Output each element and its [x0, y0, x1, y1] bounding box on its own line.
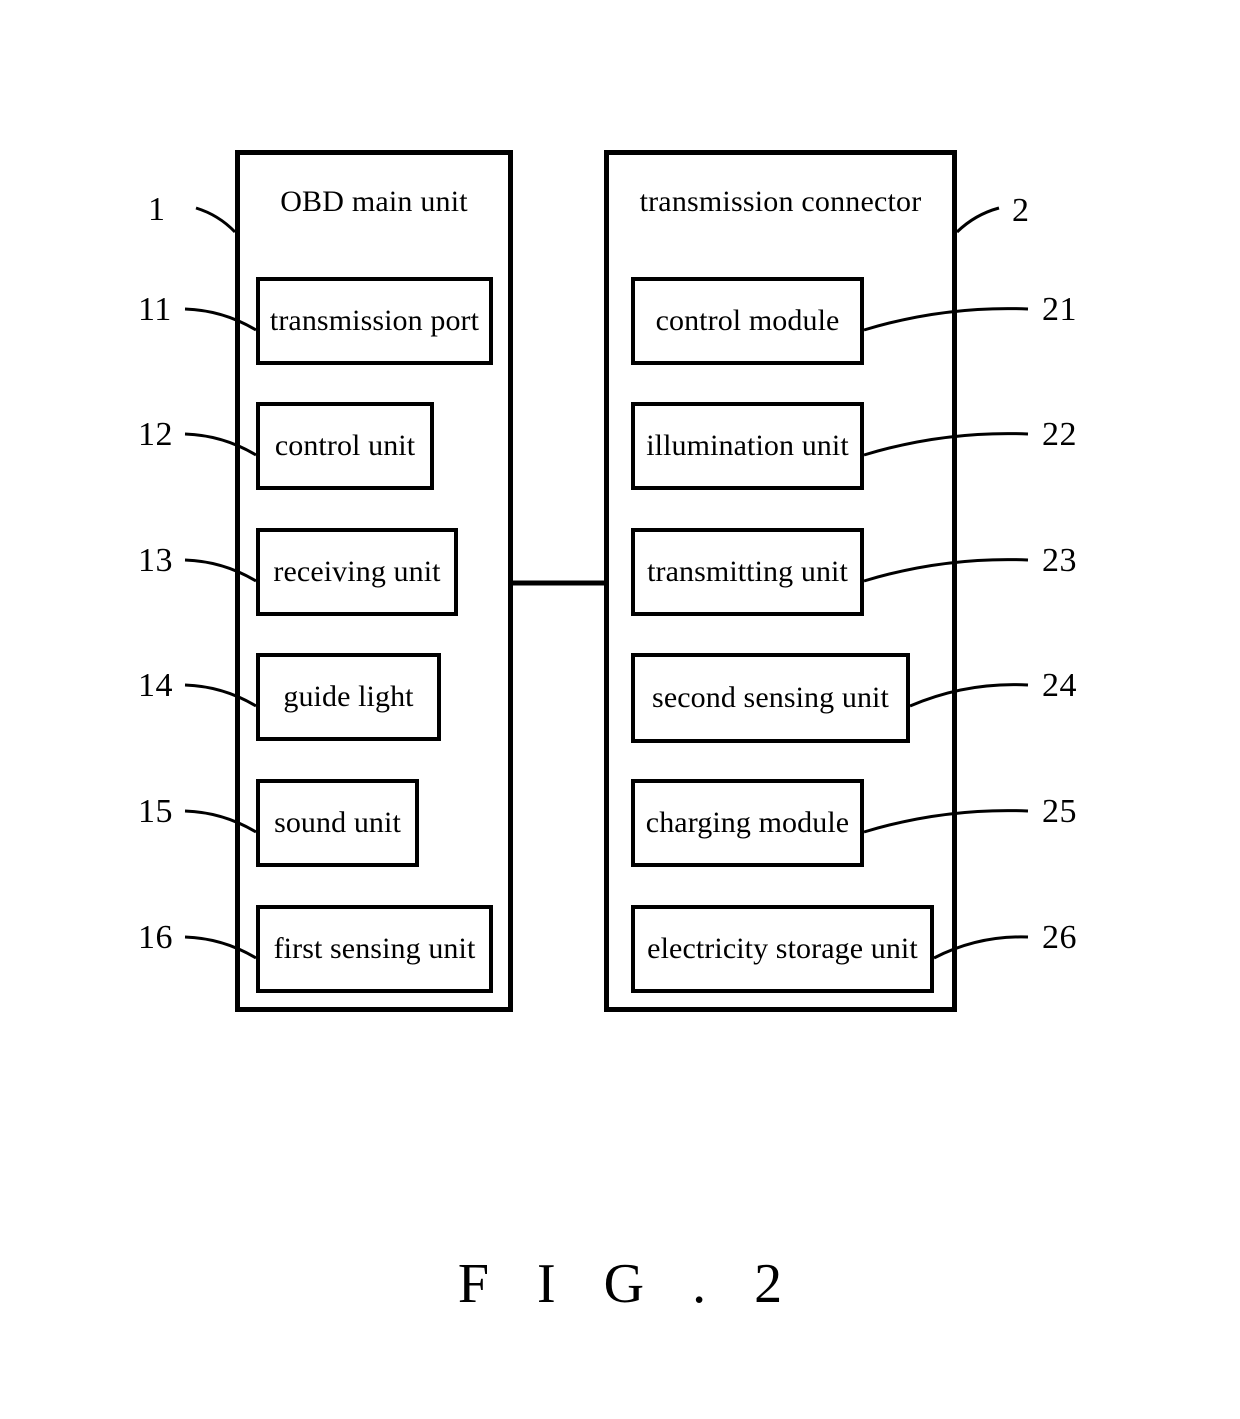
reference-number-16: 16: [138, 919, 173, 956]
leader-line-ref-15: [184, 809, 257, 834]
leader-line-ref-2: [955, 206, 1000, 234]
reference-number-25: 25: [1042, 793, 1077, 830]
patent-figure: OBD main unit 1 transmission port 11 control…: [0, 0, 1240, 1419]
block-label-22: illumination unit: [646, 429, 849, 462]
block-label-21: control module: [655, 304, 840, 337]
leader-line-ref-1: [195, 206, 237, 234]
figure-caption: F I G . 2: [457, 1253, 800, 1315]
reference-number-15: 15: [138, 793, 173, 830]
block-label-16: first sensing unit: [273, 932, 476, 965]
block-label-11: transmission port: [269, 304, 480, 337]
block-label-25: charging module: [645, 806, 850, 839]
reference-number-21: 21: [1042, 291, 1077, 328]
leader-line-ref-25: [863, 809, 1029, 834]
reference-number-13: 13: [138, 542, 173, 579]
reference-number-23: 23: [1042, 542, 1077, 579]
reference-number-2: 2: [1012, 192, 1030, 229]
leader-line-ref-21: [863, 307, 1029, 332]
block-label-13: receiving unit: [273, 555, 441, 588]
leader-line-ref-11: [184, 307, 257, 332]
leader-line-ref-16: [184, 935, 257, 960]
leader-line-ref-13: [184, 558, 257, 583]
leader-line-ref-22: [863, 432, 1029, 457]
group-title-obd-main-unit: OBD main unit: [280, 185, 468, 218]
leader-line-ref-24: [909, 683, 1029, 708]
block-label-24: second sensing unit: [652, 681, 889, 714]
reference-number-11: 11: [138, 291, 172, 328]
reference-number-22: 22: [1042, 416, 1077, 453]
block-label-15: sound unit: [274, 806, 401, 839]
reference-number-12: 12: [138, 416, 173, 453]
reference-number-26: 26: [1042, 919, 1077, 956]
leader-line-ref-26: [933, 935, 1029, 960]
reference-number-24: 24: [1042, 667, 1077, 704]
leader-line-ref-14: [184, 683, 257, 708]
block-label-12: control unit: [274, 429, 416, 462]
leader-line-ref-12: [184, 432, 257, 457]
block-label-23: transmitting unit: [647, 555, 848, 588]
block-label-26: electricity storage unit: [647, 932, 918, 965]
group-title-transmission-connector: transmission connector: [639, 185, 922, 218]
reference-number-14: 14: [138, 667, 173, 704]
block-label-14: guide light: [283, 680, 414, 713]
leader-line-ref-23: [863, 558, 1029, 583]
reference-number-1: 1: [148, 191, 166, 228]
